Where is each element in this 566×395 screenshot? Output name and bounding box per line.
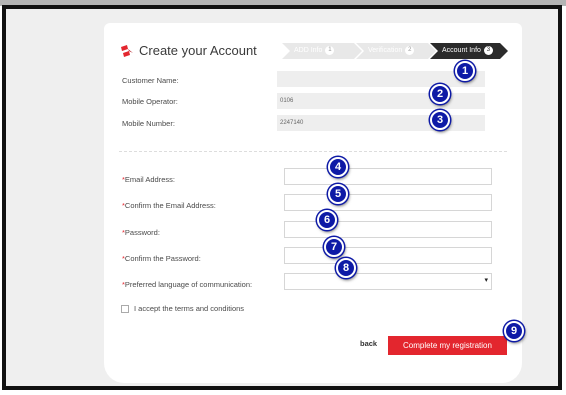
step-add-info: ADD Info 1	[282, 43, 362, 59]
mobile-number-label: Mobile Number:	[122, 119, 175, 128]
callout-marker: 2	[430, 84, 450, 104]
confirm-email-label-text: Confirm the Email Address:	[124, 201, 216, 210]
step-account-info: Account Info 3	[430, 43, 508, 59]
language-label: *Preferred language of communication:	[122, 280, 252, 289]
customer-name-field	[277, 71, 485, 87]
section-divider	[119, 151, 507, 152]
language-label-text: Preferred language of communication:	[124, 280, 253, 289]
step-number: 3	[483, 45, 493, 55]
chevron-down-icon: ▾	[484, 277, 488, 284]
email-field[interactable]	[284, 168, 492, 185]
step-label: Account Info	[442, 47, 481, 54]
terms-label: I accept the terms and conditions	[134, 304, 245, 313]
callout-marker: 5	[328, 184, 348, 204]
customer-name-label: Customer Name:	[122, 76, 179, 85]
callout-marker: 4	[328, 157, 348, 177]
language-select[interactable]: ▾	[284, 273, 492, 290]
confirm-email-field[interactable]	[284, 194, 492, 211]
brand-logo-icon	[121, 45, 133, 57]
page-title: Create your Account	[139, 43, 257, 58]
terms-checkbox[interactable]	[121, 305, 129, 313]
email-label-text: Email Address:	[124, 175, 175, 184]
callout-marker: 9	[504, 321, 524, 341]
callout-marker: 7	[324, 237, 344, 257]
step-progress: ADD Info 1 Verification 2 Account Info 3	[282, 43, 508, 59]
step-number: 1	[325, 45, 335, 55]
password-label: *Password:	[122, 228, 160, 237]
step-verification: Verification 2	[356, 43, 436, 59]
password-field[interactable]	[284, 221, 492, 238]
confirm-email-label: *Confirm the Email Address:	[122, 201, 216, 210]
callout-marker: 3	[430, 110, 450, 130]
step-label: Verification	[368, 47, 403, 54]
email-label: *Email Address:	[122, 175, 175, 184]
confirm-password-field[interactable]	[284, 247, 492, 264]
step-label: ADD Info	[294, 47, 323, 54]
callout-marker: 8	[336, 258, 356, 278]
callout-marker: 6	[317, 210, 337, 230]
password-label-text: Password:	[124, 228, 160, 237]
step-number: 2	[405, 45, 415, 55]
back-link[interactable]: back	[360, 339, 377, 348]
mobile-number-field: 2247140	[277, 115, 485, 131]
mobile-operator-label: Mobile Operator:	[122, 97, 178, 106]
callout-marker: 1	[455, 61, 475, 81]
screenshot-frame: Create your Account ADD Info 1 Verificati…	[2, 5, 562, 390]
mobile-operator-field: 0106	[277, 93, 485, 109]
confirm-password-label-text: Confirm the Password:	[124, 254, 201, 263]
confirm-password-label: *Confirm the Password:	[122, 254, 201, 263]
complete-registration-button[interactable]: Complete my registration	[388, 336, 507, 355]
